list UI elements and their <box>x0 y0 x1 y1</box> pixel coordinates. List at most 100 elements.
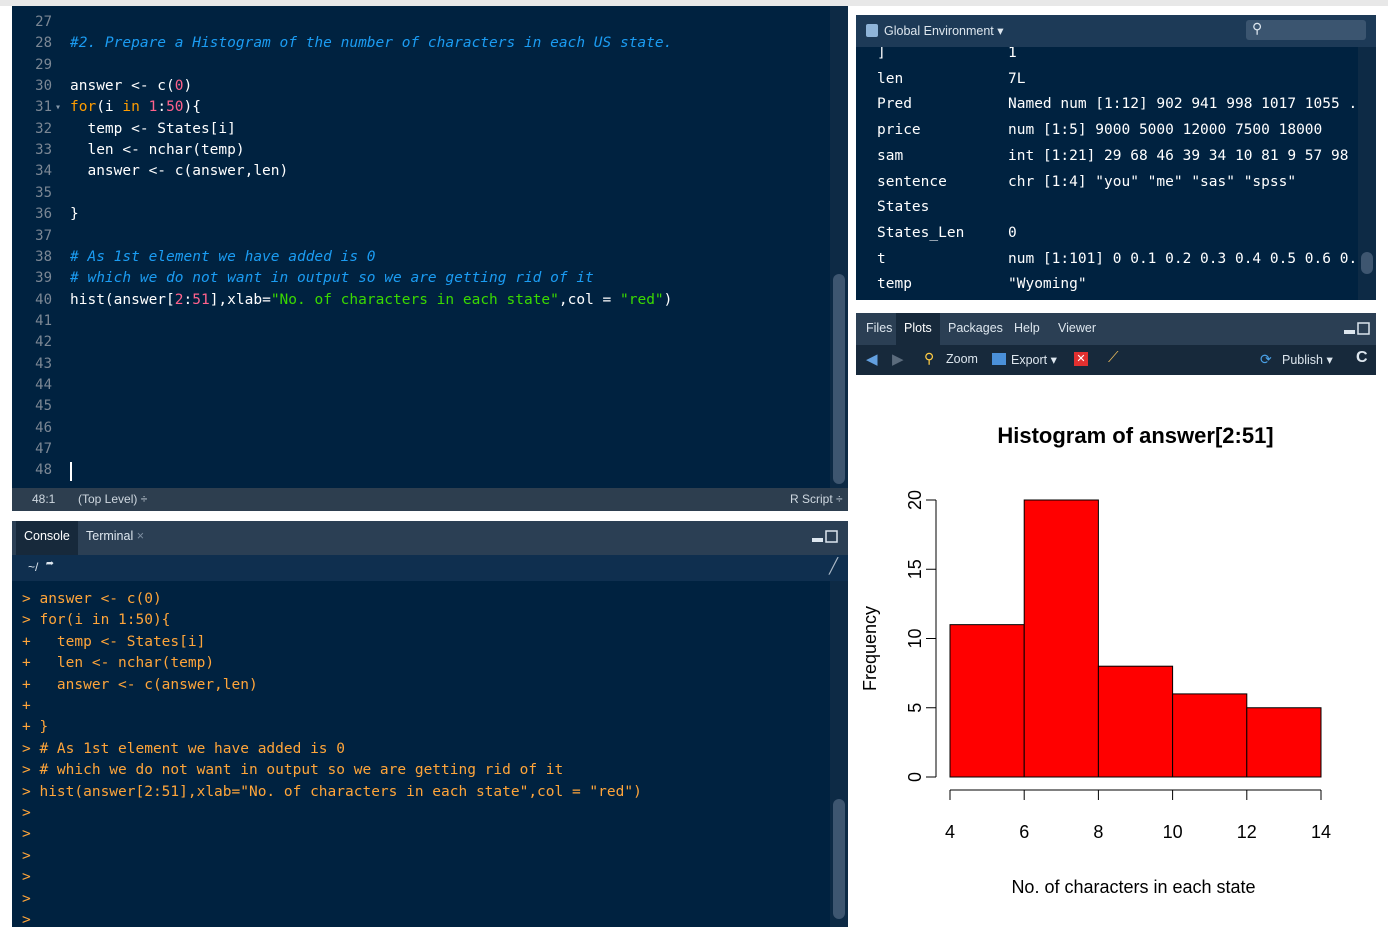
editor-scrollbar-thumb[interactable] <box>833 274 845 484</box>
env-variable-value: 0 <box>1008 224 1017 241</box>
chart-title: Histogram of answer[2:51] <box>997 423 1273 448</box>
code-token: } <box>70 206 79 223</box>
source-editor[interactable]: 27 28 #2. Prepare a Histogram of the numbe… <box>12 6 848 511</box>
console-line: + temp <- States[i] <box>22 633 206 650</box>
env-variable-name[interactable]: ] <box>877 47 886 61</box>
tab-console[interactable]: Console <box>16 521 78 555</box>
env-variable-name[interactable]: sam <box>877 148 903 164</box>
code-token: 50 <box>166 99 184 116</box>
remove-plot-icon[interactable]: ✕ <box>1074 352 1088 366</box>
console-line: > # As 1st element we have added is 0 <box>22 740 346 757</box>
tab-help[interactable]: Help <box>1006 313 1048 345</box>
publish-button[interactable]: Publish ▾ <box>1282 352 1333 367</box>
code-token: answer <- c(answer,len) <box>70 163 289 180</box>
refresh-icon[interactable]: C <box>1356 349 1368 367</box>
tab-terminal[interactable]: Terminal × <box>78 521 152 555</box>
line-number: 32 <box>35 120 52 137</box>
line-number: 34 <box>35 163 52 180</box>
file-type-selector[interactable]: R Script ÷ <box>790 492 843 506</box>
env-variable-name[interactable]: t <box>877 251 886 267</box>
x-axis-label: No. of characters in each state <box>1011 877 1255 897</box>
export-button[interactable]: Export ▾ <box>1011 352 1057 367</box>
code-line[interactable]: len <- nchar(temp) <box>70 142 244 158</box>
env-variable-name[interactable]: len <box>877 71 903 87</box>
code-line[interactable]: # As 1st element we have added is 0 <box>70 249 376 265</box>
clear-all-broom-icon[interactable]: ⟋ <box>1108 349 1119 366</box>
code-line[interactable]: hist(answer[2:51],xlab="No. of character… <box>70 292 672 308</box>
code-line[interactable]: for(i in 1:50){ <box>70 99 201 115</box>
code-token: #2. Prepare a Histogram of the number of… <box>70 35 673 52</box>
code-line[interactable]: answer <- c(0) <box>70 78 192 94</box>
code-token: : <box>183 291 193 308</box>
console-line: > # which we do not want in output so we… <box>22 762 564 779</box>
console-scrollbar-thumb[interactable] <box>833 799 845 919</box>
line-number: 38 <box>35 248 52 265</box>
tab-console-label: Console <box>24 529 70 543</box>
forward-arrow-icon[interactable]: ▶ <box>892 350 904 368</box>
code-token: for <box>70 99 97 116</box>
y-tick-label: 15 <box>905 559 925 579</box>
line-number: 43 <box>35 355 52 372</box>
environment-header: Global Environment ▾ ⚲ <box>856 15 1376 47</box>
tab-plots[interactable]: Plots <box>896 313 940 345</box>
line-number: 41 <box>35 312 52 329</box>
console-line: + len <- nchar(temp) <box>22 655 215 672</box>
tab-terminal-label: Terminal <box>86 529 134 543</box>
go-to-directory-icon[interactable]: ➦ <box>46 557 54 572</box>
env-variable-name[interactable]: price <box>877 122 921 138</box>
maximize-pane-icon[interactable] <box>812 530 838 544</box>
line-number: 47 <box>35 441 52 457</box>
zoom-icon[interactable]: ⚲ <box>924 350 934 367</box>
tab-files[interactable]: Files <box>858 313 900 345</box>
code-token: hist(answer[ <box>70 291 175 308</box>
editor-scrollbar[interactable] <box>830 6 848 488</box>
code-line[interactable]: } <box>70 206 79 222</box>
histogram-bar <box>1023 499 1099 778</box>
console-scrollbar[interactable] <box>830 581 848 927</box>
x-tick-label: 12 <box>1237 822 1257 842</box>
code-token: "red" <box>620 291 664 308</box>
console-line: > <box>22 826 31 843</box>
console-output[interactable]: > answer <- c(0) > for(i in 1:50){+ temp … <box>12 581 848 927</box>
line-number: 29 <box>35 56 52 73</box>
code-line[interactable]: temp <- States[i] <box>70 120 236 137</box>
maximize-pane-icon[interactable] <box>1344 322 1370 336</box>
code-token: temp <- States[i] <box>70 120 236 137</box>
env-variable-name[interactable]: Pred <box>877 96 912 112</box>
close-icon[interactable]: × <box>137 529 144 543</box>
tab-viewer[interactable]: Viewer <box>1050 313 1104 345</box>
environment-scrollbar-thumb[interactable] <box>1361 252 1373 274</box>
code-token: in <box>122 99 140 116</box>
broom-icon[interactable]: ╱ <box>829 557 838 575</box>
histogram-bar <box>1246 707 1322 778</box>
console-line: + } <box>22 719 49 736</box>
x-tick-label: 14 <box>1311 822 1331 842</box>
code-line[interactable]: answer <- c(answer,len) <box>70 163 288 179</box>
env-variable-name[interactable]: temp <box>877 276 912 292</box>
env-variable-name[interactable]: sentence <box>877 174 947 190</box>
x-tick-label: 4 <box>945 822 955 842</box>
code-line[interactable]: #2. Prepare a Histogram of the number of… <box>70 35 672 51</box>
env-variable-name[interactable]: States_Len <box>877 225 964 241</box>
code-token: (i <box>96 99 123 116</box>
line-number: 35 <box>35 184 52 201</box>
env-variable-value: int [1:21] 29 68 46 39 34 10 81 9 57 98 … <box>1008 147 1376 164</box>
search-input[interactable]: ⚲ <box>1246 20 1366 40</box>
environment-scrollbar[interactable] <box>1358 47 1376 300</box>
histogram-bar <box>1097 665 1174 778</box>
plots-toolbar: ◀ ▶ ⚲ Zoom Export ▾ ✕ ⟋ ⟳ Publish ▾ C <box>856 345 1376 375</box>
fold-toggle-icon[interactable]: ▾ <box>55 102 61 113</box>
y-axis-label: Frequency <box>860 606 880 691</box>
export-icon <box>992 353 1006 365</box>
environment-selector[interactable]: Global Environment ▾ <box>884 23 1004 38</box>
zoom-button[interactable]: Zoom <box>946 352 978 366</box>
scope-selector[interactable]: (Top Level) ÷ <box>78 492 147 506</box>
histogram-chart: Histogram of answer[2:51] 4 6 8 10 12 14 0 5 10 15… <box>860 423 1331 897</box>
working-directory[interactable]: ~/ <box>28 560 38 574</box>
back-arrow-icon[interactable]: ◀ <box>866 350 878 368</box>
env-variable-name[interactable]: States <box>877 199 929 215</box>
y-tick-label: 20 <box>905 490 925 510</box>
tab-packages[interactable]: Packages <box>940 313 1011 345</box>
code-line[interactable]: # which we do not want in output so we a… <box>70 270 594 286</box>
code-token: ) <box>183 78 193 95</box>
